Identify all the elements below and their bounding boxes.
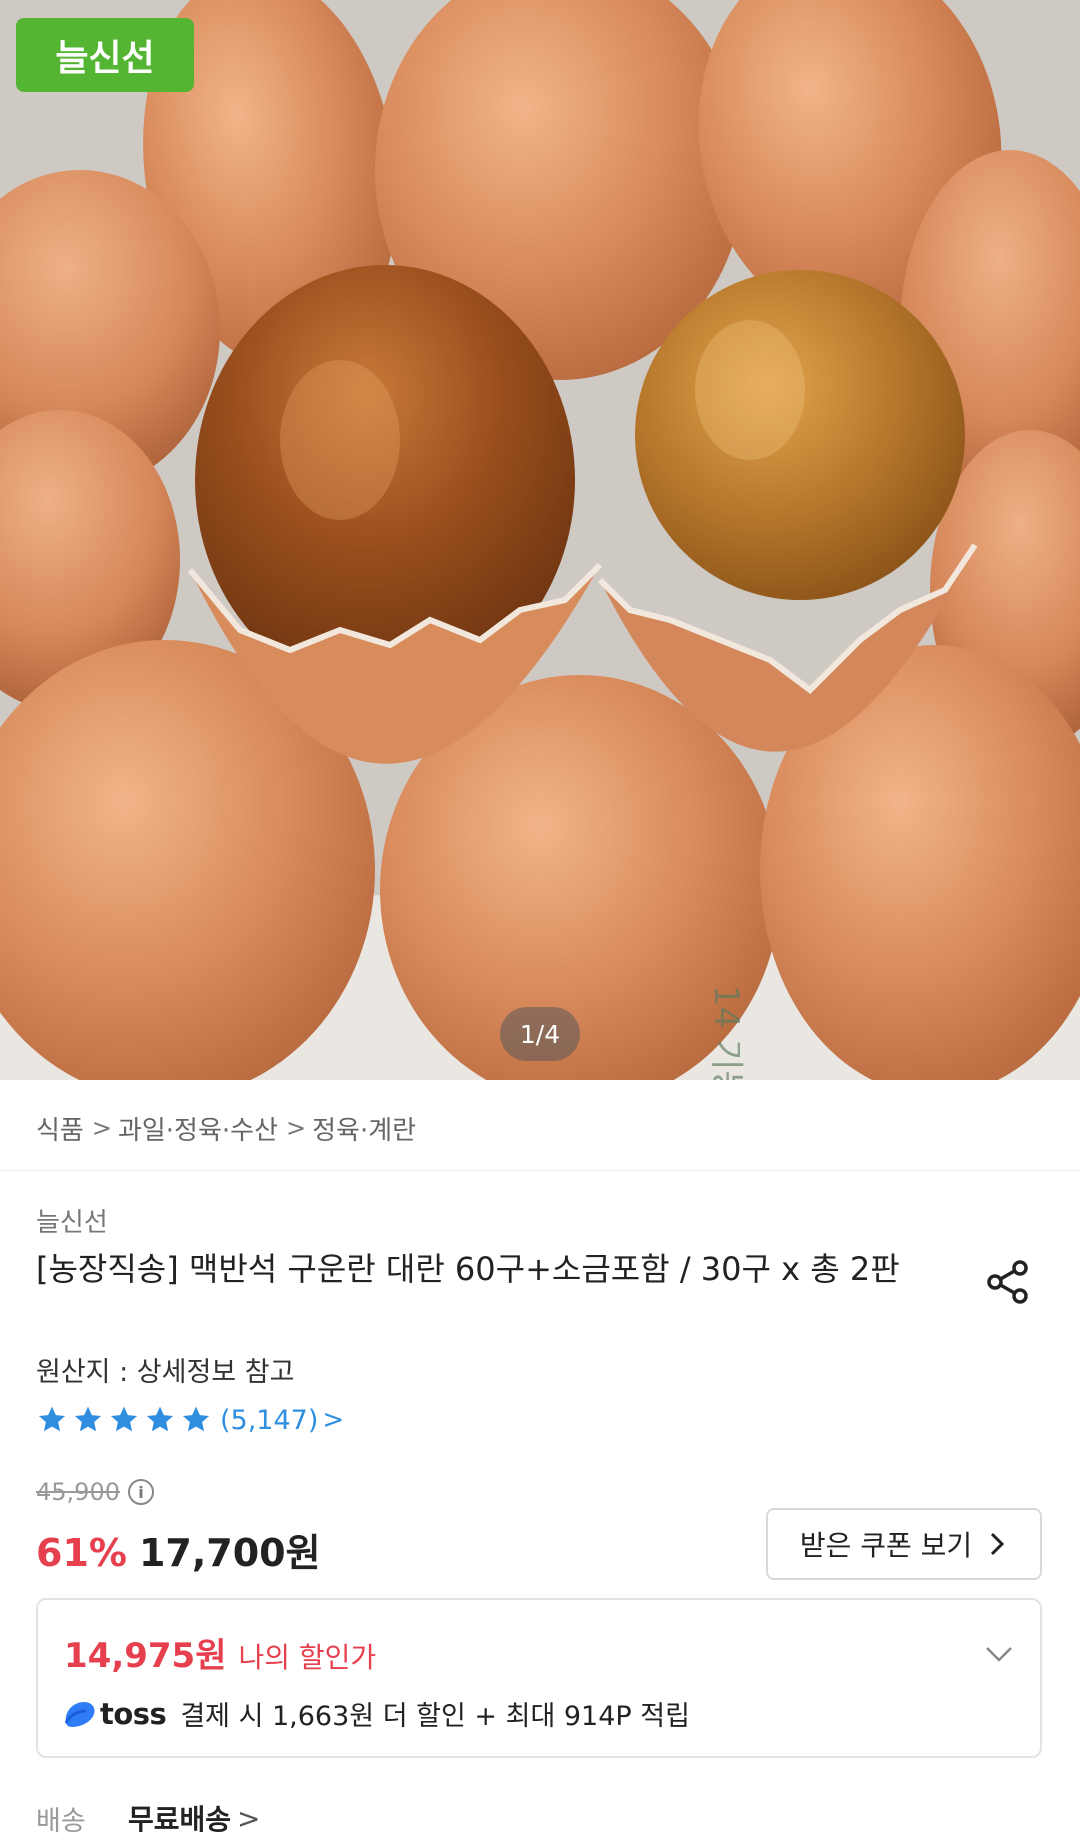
star-icon [146,1406,174,1432]
toss-logo: toss [62,1696,167,1731]
my-price-row: 14,975원 나의 할인가 [64,1628,376,1677]
brand-badge: 늘신선 [16,18,194,92]
rating-summary[interactable]: (5,147) > [36,1400,344,1440]
my-discount-label: 나의 할인가 [238,1641,377,1674]
view-coupons-button[interactable]: 받은 쿠폰 보기 [766,1508,1042,1580]
breadcrumb: 식품 > 과일·정육·수산 > 정육·계란 [36,1108,416,1148]
my-discount-amount: 14,975원 [64,1636,227,1676]
info-icon[interactable]: i [127,1479,154,1505]
shipping-label: 배송 [36,1805,86,1837]
breadcrumb-item-food[interactable]: 식품 [36,1110,84,1147]
shipping-row[interactable]: 배송 무료배송 > [36,1798,261,1838]
egg-stamp-text: 14 기능맛 [706,985,746,1080]
star-icon [38,1406,66,1432]
share-icon [987,1260,1028,1304]
toss-brand-text: toss [100,1696,167,1731]
breadcrumb-item-fruit-meat-seafood[interactable]: 과일·정육·수산 [118,1110,278,1147]
chevron-right-icon: > [286,1114,307,1142]
section-divider [0,1170,1080,1171]
product-image[interactable]: 14 기능맛 늘신선 1/4 [0,0,1080,1080]
product-title: [농장직송] 맥반석 구운란 대란 60구+소금포함 / 30구 x 총 2판 [36,1250,900,1288]
chevron-right-icon: > [237,1801,261,1835]
breadcrumb-item-meat-eggs[interactable]: 정육·계란 [312,1110,416,1147]
toss-benefit-text: 결제 시 1,663원 더 할인 + 최대 914P 적립 [180,1701,690,1732]
origin-info: 원산지 : 상세정보 참고 [36,1357,295,1388]
my-discount-price-box[interactable]: 14,975원 나의 할인가 toss 결제 시 1,663원 더 할인 + 최… [36,1598,1042,1758]
eggs-photo: 14 기능맛 [0,0,1080,1080]
star-icon [74,1406,102,1432]
chevron-down-icon[interactable] [982,1636,1016,1670]
original-price-row: 45,900 i [36,1478,154,1506]
original-price: 45,900 [36,1478,120,1506]
star-rating [36,1404,212,1436]
seller-name[interactable]: 늘신선 [36,1202,108,1239]
toss-logo-icon [64,1701,95,1727]
sale-price: 17,700원 [138,1531,321,1575]
review-count[interactable]: (5,147) [220,1405,318,1436]
chevron-right-icon: > [322,1405,345,1435]
share-button[interactable] [982,1256,1034,1308]
star-icon [110,1406,138,1432]
star-icon [182,1406,210,1432]
coupon-button-label: 받은 쿠폰 보기 [799,1529,973,1562]
toss-benefit-row: toss 결제 시 1,663원 더 할인 + 최대 914P 적립 [62,1694,690,1733]
shipping-value: 무료배송 [128,1803,232,1836]
chevron-right-icon: > [91,1114,112,1142]
price-row: 61% 17,700원 [36,1522,321,1577]
discount-rate: 61% [36,1531,127,1575]
chevron-right-icon [991,1532,1005,1556]
image-page-indicator: 1/4 [500,1007,580,1061]
